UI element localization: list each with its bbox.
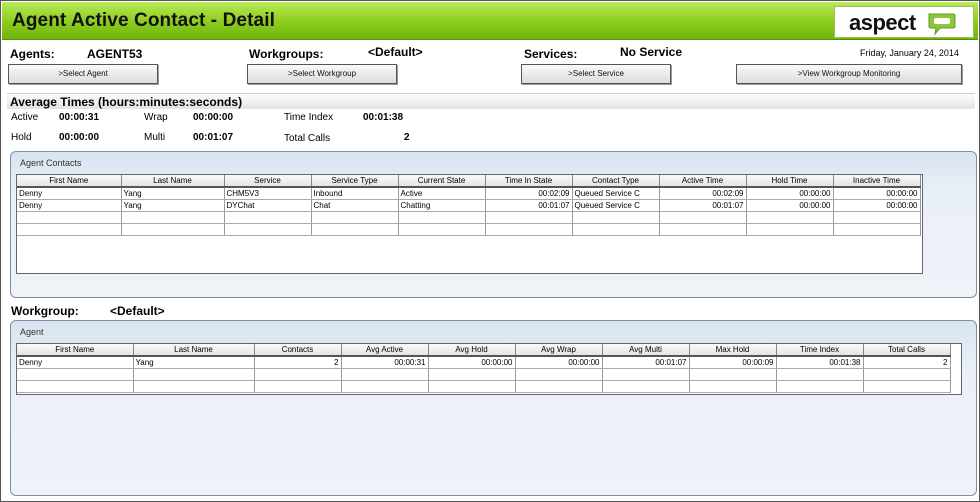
empty-row [17, 211, 921, 224]
cell-hold-time: 00:00:00 [746, 187, 834, 200]
cell-first-name: Denny [17, 199, 122, 212]
active-label: Active [11, 112, 39, 123]
cell-active-time: 00:02:09 [659, 187, 747, 200]
time-index-value: 00:01:38 [363, 112, 404, 123]
column-header[interactable]: Time Index [776, 344, 864, 357]
table-row[interactable]: Denny Yang 2 00:00:31 00:00:00 00:00:00 … [17, 356, 951, 369]
column-header[interactable]: Contact Type [572, 175, 660, 188]
hold-label: Hold [11, 132, 32, 143]
cell-avg-multi: 00:01:07 [602, 356, 690, 369]
cell-first-name: Denny [17, 187, 122, 200]
services-label: Services: [524, 47, 578, 61]
workgroup-value: <Default> [110, 304, 165, 318]
select-service-button[interactable]: >Select Service [521, 64, 671, 84]
agents-value: AGENT53 [87, 47, 143, 61]
column-header[interactable]: Inactive Time [833, 175, 921, 188]
column-header[interactable]: Max Hold [689, 344, 777, 357]
workgroups-value: <Default> [368, 45, 423, 59]
cell-hold-time: 00:00:00 [746, 199, 834, 212]
cell-first-name: Denny [17, 356, 134, 369]
column-header[interactable]: Service [224, 175, 312, 188]
column-header[interactable]: First Name [17, 344, 134, 357]
column-header[interactable]: Contacts [254, 344, 342, 357]
cell-last-name: Yang [121, 187, 225, 200]
workgroup-agent-grid: First Name Last Name Contacts Avg Active… [16, 343, 962, 395]
services-value: No Service [620, 45, 683, 59]
cell-service: DYChat [224, 199, 312, 212]
select-agent-button[interactable]: >Select Agent [8, 64, 158, 84]
aspect-logo: aspect [834, 6, 974, 38]
cell-service-type: Chat [311, 199, 399, 212]
cell-total-calls: 2 [863, 356, 951, 369]
total-calls-value: 2 [404, 132, 410, 143]
column-header[interactable]: Avg Wrap [515, 344, 603, 357]
column-header[interactable]: Service Type [311, 175, 399, 188]
report-window: Agent Active Contact - Detail aspect Age… [0, 0, 980, 502]
cell-last-name: Yang [121, 199, 225, 212]
cell-service-type: Inbound [311, 187, 399, 200]
cell-current-state: Chatting [398, 199, 486, 212]
cell-avg-wrap: 00:00:00 [515, 356, 603, 369]
cell-time-index: 00:01:38 [776, 356, 864, 369]
workgroup-agent-panel: Agent First Name Last Name Contacts Avg … [10, 320, 977, 496]
wrap-label: Wrap [144, 112, 168, 123]
cell-service: CHM5V3 [224, 187, 312, 200]
column-header[interactable]: Last Name [133, 344, 255, 357]
cell-time-in-state: 00:01:07 [485, 199, 573, 212]
column-header[interactable]: Hold Time [746, 175, 834, 188]
column-header[interactable]: Total Calls [863, 344, 951, 357]
empty-row [17, 368, 951, 381]
agent-contacts-panel: Agent Contacts First Name Last Name Serv… [10, 151, 977, 298]
speech-bubble-icon [928, 13, 956, 36]
cell-time-in-state: 00:02:09 [485, 187, 573, 200]
page-title: Agent Active Contact - Detail [12, 10, 275, 31]
column-header[interactable]: Active Time [659, 175, 747, 188]
column-header[interactable]: Current State [398, 175, 486, 188]
agent-contacts-title: Agent Contacts [20, 158, 82, 168]
title-bar: Agent Active Contact - Detail aspect [2, 2, 978, 40]
column-header[interactable]: Avg Multi [602, 344, 690, 357]
cell-contact-type: Queued Service C [572, 187, 660, 200]
cell-inactive-time: 00:00:00 [833, 199, 921, 212]
column-header[interactable]: Last Name [121, 175, 225, 188]
multi-value: 00:01:07 [193, 132, 234, 143]
agent-contacts-header: First Name Last Name Service Service Typ… [17, 175, 921, 188]
wrap-value: 00:00:00 [193, 112, 234, 123]
workgroups-label: Workgroups: [249, 47, 324, 61]
workgroup-agent-header: First Name Last Name Contacts Avg Active… [17, 344, 951, 357]
table-row[interactable]: Denny Yang DYChat Chat Chatting 00:01:07… [17, 199, 921, 212]
cell-last-name: Yang [133, 356, 255, 369]
workgroup-label: Workgroup: [11, 304, 79, 318]
select-workgroup-button[interactable]: >Select Workgroup [247, 64, 397, 84]
column-header[interactable]: First Name [17, 175, 122, 188]
workgroup-agent-title: Agent [20, 327, 44, 337]
report-date: Friday, January 24, 2014 [860, 48, 959, 58]
active-value: 00:00:31 [59, 112, 100, 123]
column-header[interactable]: Time In State [485, 175, 573, 188]
cell-max-hold: 00:00:09 [689, 356, 777, 369]
cell-inactive-time: 00:00:00 [833, 187, 921, 200]
column-header[interactable]: Avg Active [341, 344, 429, 357]
cell-current-state: Active [398, 187, 486, 200]
hold-value: 00:00:00 [59, 132, 100, 143]
empty-row [17, 380, 951, 393]
cell-avg-active: 00:00:31 [341, 356, 429, 369]
agents-label: Agents: [10, 47, 55, 61]
cell-contacts: 2 [254, 356, 342, 369]
multi-label: Multi [144, 132, 166, 143]
averages-title: Average Times (hours:minutes:seconds) [10, 95, 243, 109]
cell-active-time: 00:01:07 [659, 199, 747, 212]
agent-contacts-grid: First Name Last Name Service Service Typ… [16, 174, 923, 274]
total-calls-label: Total Calls [284, 133, 331, 144]
logo-text: aspect [849, 10, 916, 35]
empty-row [17, 223, 921, 236]
cell-contact-type: Queued Service C [572, 199, 660, 212]
cell-avg-hold: 00:00:00 [428, 356, 516, 369]
time-index-label: Time Index [284, 112, 334, 123]
view-workgroup-monitoring-button[interactable]: >View Workgroup Monitoring [736, 64, 962, 84]
column-header[interactable]: Avg Hold [428, 344, 516, 357]
table-row[interactable]: Denny Yang CHM5V3 Inbound Active 00:02:0… [17, 187, 921, 200]
